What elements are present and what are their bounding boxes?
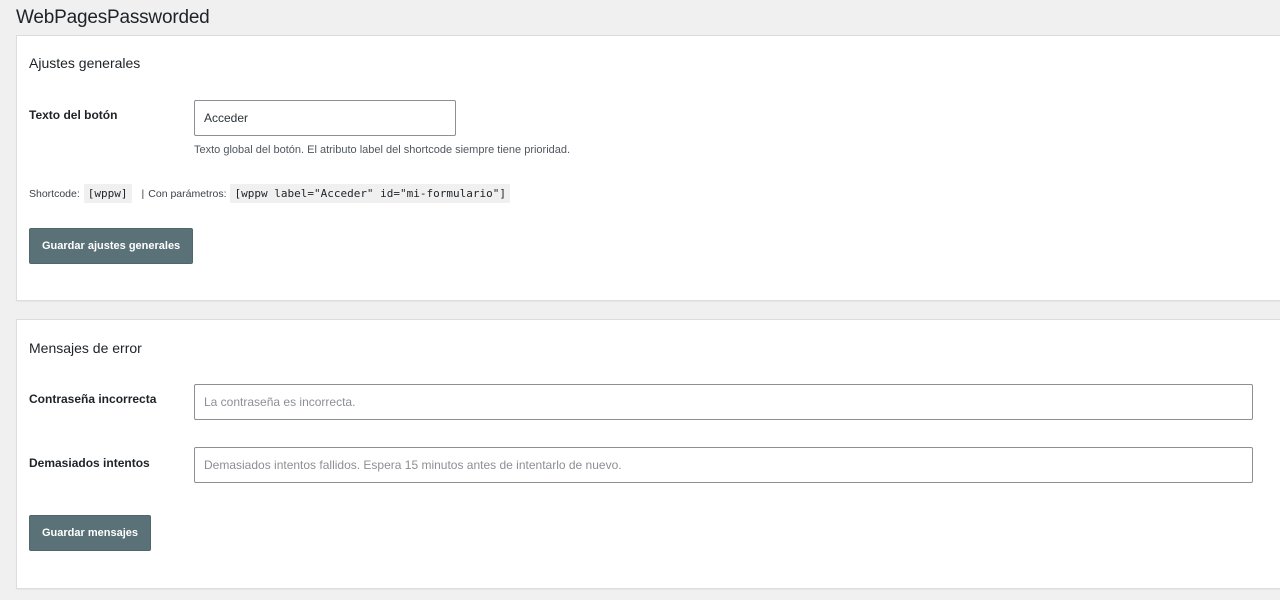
too-many-attempts-input[interactable] (194, 447, 1253, 483)
button-text-description: Texto global del botón. El atributo labe… (194, 144, 571, 156)
params-code: [wppw label="Acceder" id="mi-formulario"… (230, 184, 511, 203)
shortcode-label: Shortcode: (29, 187, 80, 200)
error-messages-card: Mensajes de error Contraseña incorrecta … (16, 319, 1280, 589)
error-messages-title: Mensajes de error (29, 340, 142, 356)
save-general-settings-button[interactable]: Guardar ajustes generales (29, 228, 194, 264)
shortcode-code: [wppw] (83, 184, 132, 203)
shortcode-separator: | (141, 187, 145, 200)
button-text-input[interactable] (194, 100, 456, 136)
general-settings-card: Ajustes generales Texto del botón Texto … (16, 35, 1280, 301)
shortcode-info: Shortcode: [wppw] | Con parámetros: [wpp… (29, 184, 514, 203)
page-title: WebPagesPassworded (16, 7, 210, 28)
too-many-attempts-label: Demasiados intentos (29, 456, 150, 470)
general-settings-title: Ajustes generales (29, 55, 141, 71)
save-messages-button[interactable]: Guardar mensajes (29, 515, 151, 551)
button-text-label: Texto del botón (29, 108, 118, 122)
wrong-password-input[interactable] (194, 384, 1253, 420)
params-label: Con parámetros: (148, 187, 227, 200)
wrong-password-label: Contraseña incorrecta (29, 392, 157, 406)
